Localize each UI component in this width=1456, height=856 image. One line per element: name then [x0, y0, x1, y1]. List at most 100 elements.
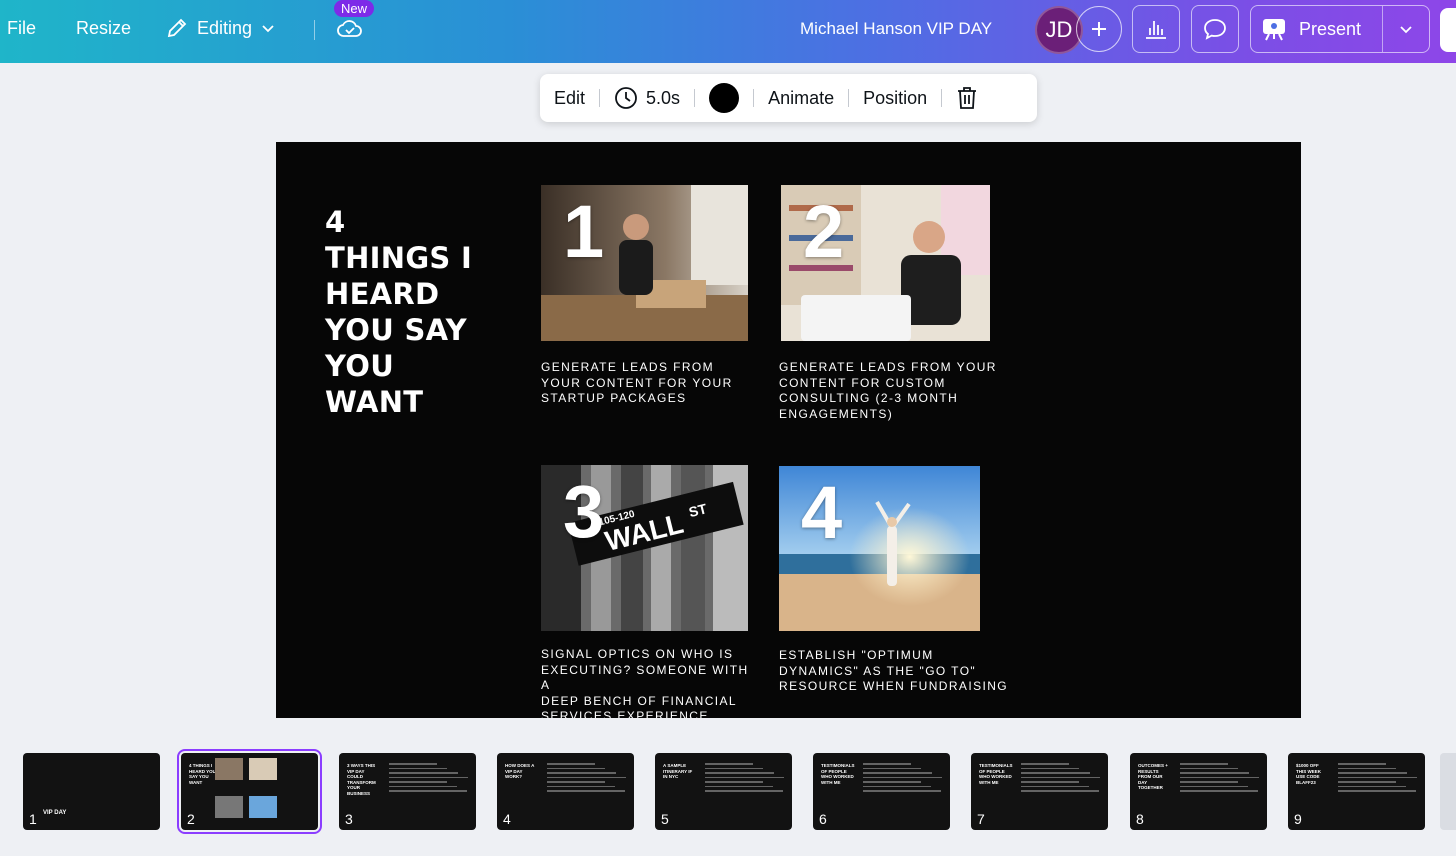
page-number: 6: [819, 811, 827, 827]
page-number: 4: [503, 811, 511, 827]
image-tile-2[interactable]: 2: [781, 185, 990, 341]
caption-4[interactable]: ESTABLISH "OPTIMUM DYNAMICS" AS THE "GO …: [779, 648, 1009, 695]
thumbnail-body-text: [547, 763, 627, 795]
tile-number: 3: [563, 470, 605, 553]
page-thumbnail-2[interactable]: 4 THINGS I HEARD YOU SAY YOU WANT 2: [177, 749, 322, 834]
caption-line: ESTABLISH "OPTIMUM: [779, 648, 934, 662]
caption-line: ENGAGEMENTS): [779, 406, 894, 421]
thumbnail-body-text: [705, 763, 785, 795]
duration-button[interactable]: 5.0s: [600, 86, 694, 110]
chevron-down-icon: [1400, 26, 1412, 34]
thumbnail-title: TESTIMONIALS OF PEOPLE WHO WORKED WITH M…: [821, 763, 855, 785]
slide-canvas[interactable]: 4 THINGS I HEARD YOU SAY YOU WANT 1 GENE…: [276, 142, 1301, 718]
caption-line: CONTENT FOR CUSTOM: [779, 375, 946, 390]
resize-button[interactable]: Resize: [76, 18, 131, 39]
caption-line: SIGNAL OPTICS ON WHO IS: [541, 647, 734, 661]
position-button[interactable]: Position: [849, 88, 941, 109]
thumbnail-body-text: [1338, 763, 1418, 795]
color-swatch: [709, 83, 740, 113]
page-number: 5: [661, 811, 669, 827]
chevron-down-icon: [262, 25, 274, 33]
caption-line: EXECUTING? SOMEONE WITH A: [541, 662, 749, 693]
present-button[interactable]: Present: [1250, 5, 1430, 53]
caption-line: STARTUP PACKAGES: [541, 391, 687, 405]
heading-line: YOU SAY: [325, 313, 467, 347]
caption-line: RESOURCE WHEN FUNDRAISING: [779, 679, 1009, 693]
thumbnail-title: OUTCOMES + RESULTS FROM OUR DAY TOGETHER: [1138, 763, 1168, 790]
page-number: 9: [1294, 811, 1302, 827]
thumbnail-image: [215, 796, 243, 818]
comment-icon: [1204, 19, 1226, 40]
thumbnail-image: [249, 758, 277, 780]
tile-number: 1: [563, 190, 605, 273]
thumbnail-title: 3 WAYS THIS VIP DAY COULD TRANSFORM YOUR…: [347, 763, 376, 796]
caption-line: SERVICES EXPERIENCE: [541, 709, 709, 718]
page-thumbnail-3[interactable]: 3 WAYS THIS VIP DAY COULD TRANSFORM YOUR…: [339, 753, 476, 830]
page-thumbnail-6[interactable]: TESTIMONIALS OF PEOPLE WHO WORKED WITH M…: [813, 753, 950, 830]
heading-line: WANT: [325, 385, 424, 419]
edit-button[interactable]: Edit: [540, 88, 599, 109]
thumbnail-title: HOW DOES A VIP DAY WORK?: [505, 763, 535, 779]
delete-button[interactable]: [942, 86, 992, 110]
pencil-icon: [167, 18, 187, 38]
page-number: 1: [29, 811, 37, 827]
add-collaborator-button[interactable]: [1076, 6, 1122, 52]
heading-line: 4: [325, 205, 346, 239]
caption-3[interactable]: SIGNAL OPTICS ON WHO IS EXECUTING? SOMEO…: [541, 647, 761, 718]
thumbnail-title: $1000 OFF THIS WEEK USE CODE BLAFF23: [1296, 763, 1322, 785]
thumbnail-title: VIP DAY: [43, 810, 67, 816]
comments-button[interactable]: [1191, 5, 1239, 53]
caption-line: CONSULTING (2-3 MONTH: [779, 391, 959, 405]
file-menu[interactable]: File: [7, 18, 36, 39]
document-title[interactable]: Michael Hanson VIP DAY: [800, 19, 992, 39]
add-page-edge[interactable]: [1440, 753, 1456, 830]
page-thumbnail-5[interactable]: A SAMPLE ITINERARY IF IN NYC 5: [655, 753, 792, 830]
new-badge: New: [334, 0, 375, 17]
animate-button[interactable]: Animate: [754, 88, 848, 109]
page-number: 8: [1136, 811, 1144, 827]
thumbnail-image: [215, 758, 243, 780]
page-number: 2: [187, 811, 195, 827]
image-tile-3[interactable]: 105-120 WALL ST 3: [541, 465, 748, 631]
present-icon: [1263, 19, 1285, 41]
divider: [314, 20, 315, 40]
thumbnail-image: [249, 796, 277, 818]
thumbnail-body-text: [1021, 763, 1101, 795]
page-thumbnail-1[interactable]: VIP DAY 1: [23, 753, 160, 830]
thumbnail-title: TESTIMONIALS OF PEOPLE WHO WORKED WITH M…: [979, 763, 1013, 785]
plus-icon: [1092, 22, 1106, 36]
caption-line: DYNAMICS" AS THE "GO TO": [779, 663, 977, 678]
top-bar: File Resize Editing New Michael Hanson V…: [0, 0, 1456, 63]
element-toolbar: Edit 5.0s Animate Position: [540, 74, 1037, 122]
heading-line: THINGS I: [325, 241, 473, 275]
caption-line: GENERATE LEADS FROM YOUR: [779, 360, 997, 374]
page-number: 3: [345, 811, 353, 827]
image-tile-1[interactable]: 1: [541, 185, 748, 341]
bar-chart-icon: [1146, 21, 1166, 39]
page-thumbnail-9[interactable]: $1000 OFF THIS WEEK USE CODE BLAFF23 9: [1288, 753, 1425, 830]
tile-number: 4: [801, 471, 843, 554]
thumbnail-body-text: [389, 763, 469, 795]
cloud-check-icon[interactable]: [336, 16, 364, 42]
trash-icon: [958, 87, 977, 109]
clock-icon: [615, 87, 637, 109]
present-options-button[interactable]: [1383, 21, 1429, 37]
background-color-button[interactable]: [695, 83, 753, 113]
page-thumbnail-8[interactable]: OUTCOMES + RESULTS FROM OUR DAY TOGETHER…: [1130, 753, 1267, 830]
insights-button[interactable]: [1132, 5, 1180, 53]
page-thumbnail-7[interactable]: TESTIMONIALS OF PEOPLE WHO WORKED WITH M…: [971, 753, 1108, 830]
present-label: Present: [1299, 18, 1362, 39]
caption-line: DEEP BENCH OF FINANCIAL: [541, 693, 738, 708]
editing-mode-dropdown[interactable]: Editing: [165, 16, 276, 40]
image-tile-4[interactable]: 4: [779, 466, 980, 631]
present-main-button[interactable]: Present: [1251, 6, 1383, 52]
share-button-edge[interactable]: [1440, 8, 1456, 52]
caption-1[interactable]: GENERATE LEADS FROM YOUR CONTENT FOR YOU…: [541, 360, 751, 407]
tile-number: 2: [803, 190, 845, 273]
caption-line: YOUR CONTENT FOR YOUR: [541, 375, 733, 390]
heading-line: HEARD: [325, 277, 440, 311]
thumbnail-title: A SAMPLE ITINERARY IF IN NYC: [663, 763, 693, 779]
page-thumbnail-4[interactable]: HOW DOES A VIP DAY WORK? 4: [497, 753, 634, 830]
caption-2[interactable]: GENERATE LEADS FROM YOUR CONTENT FOR CUS…: [779, 360, 1004, 422]
slide-heading[interactable]: 4 THINGS I HEARD YOU SAY YOU WANT: [325, 204, 525, 420]
